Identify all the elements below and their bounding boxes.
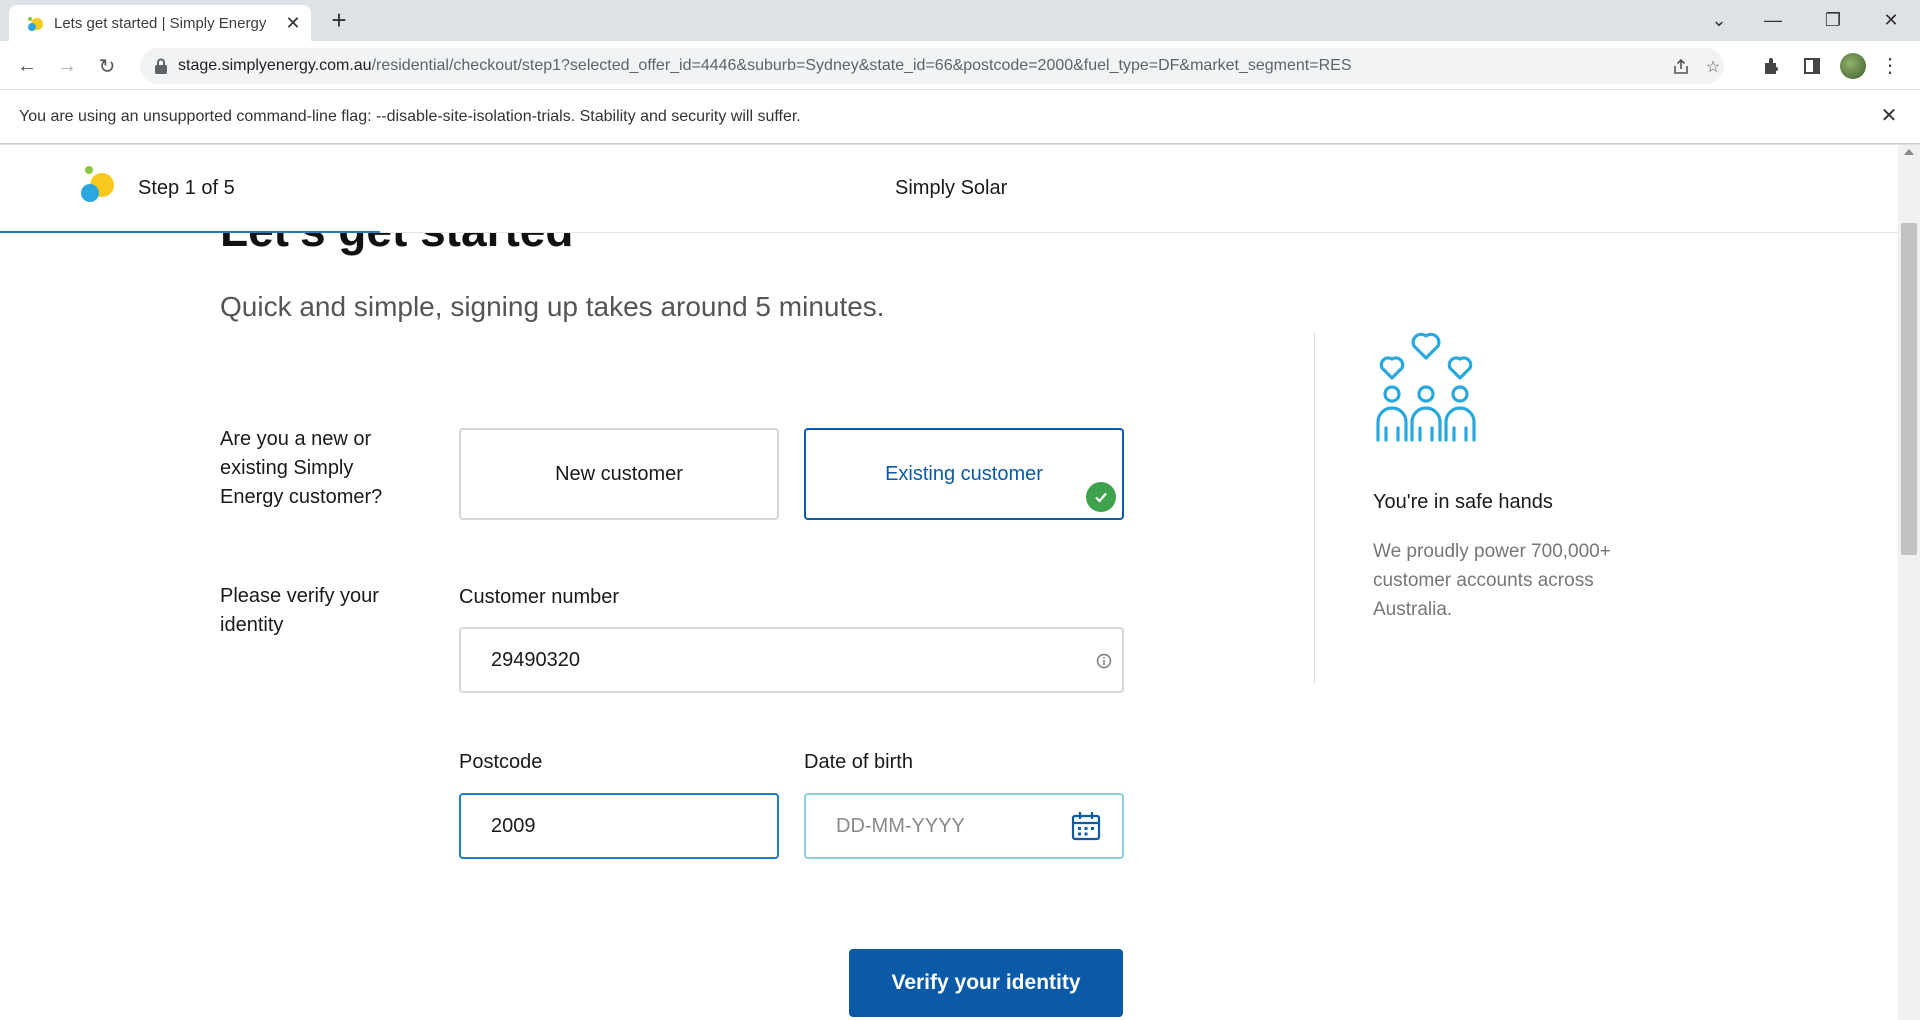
page-viewport: Let's get started Step 1 of 5 Simply Sol…: [0, 145, 1898, 1020]
sidebar-text: We proudly power 700,000+ customer accou…: [1373, 541, 1611, 620]
postcode-field[interactable]: 2009: [459, 793, 779, 859]
new-customer-label: New customer: [555, 462, 683, 485]
sidebar-divider: [1314, 333, 1315, 683]
calendar-icon[interactable]: [1070, 810, 1102, 842]
url-domain: stage.simplyenergy.com.au: [178, 57, 372, 74]
step-indicator: Step 1 of 5: [138, 177, 235, 199]
forward-icon[interactable]: →: [52, 51, 82, 81]
browser-toolbar: ← → ↻ stage.simplyenergy.com.au/resident…: [0, 41, 1920, 90]
dob-field[interactable]: DD-MM-YYYY: [804, 793, 1124, 859]
infobar-close-icon[interactable]: ✕: [1877, 104, 1901, 128]
window-close-icon[interactable]: ✕: [1868, 0, 1914, 41]
scroll-up-arrow-icon[interactable]: [1904, 149, 1914, 155]
verify-identity-button[interactable]: Verify your identity: [849, 949, 1123, 1017]
dob-placeholder: DD-MM-YYYY: [836, 815, 965, 837]
reload-icon[interactable]: ↻: [92, 51, 122, 81]
back-icon[interactable]: ←: [12, 51, 42, 81]
browser-tabbar: Lets get started | Simply Energy ✕ + ⌄ —…: [0, 0, 1920, 41]
dob-label: Date of birth: [804, 751, 913, 773]
simply-energy-favicon-icon: [28, 17, 43, 31]
check-icon: [1086, 482, 1116, 512]
sidepanel-icon[interactable]: [1800, 54, 1824, 78]
lock-icon: [155, 58, 167, 74]
people-hearts-icon: [1376, 332, 1476, 442]
postcode-value: 2009: [491, 815, 536, 837]
restore-icon[interactable]: ❐: [1810, 0, 1856, 41]
url-path: /residential/checkout/step1?selected_off…: [371, 57, 1352, 74]
tab-search-icon[interactable]: ⌄: [1696, 0, 1742, 41]
page-scrollbar[interactable]: [1898, 145, 1920, 1020]
extensions-icon[interactable]: [1760, 54, 1784, 78]
header-title: Simply Solar: [895, 177, 1008, 199]
info-icon[interactable]: [1096, 653, 1112, 669]
share-icon[interactable]: [1670, 56, 1692, 78]
warning-infobar: You are using an unsupported command-lin…: [0, 90, 1920, 144]
progress-bar: [0, 231, 380, 233]
browser-tab[interactable]: Lets get started | Simply Energy ✕: [9, 5, 311, 41]
site-header: Step 1 of 5 Simply Solar: [0, 145, 1898, 233]
customer-number-label: Customer number: [459, 586, 620, 608]
new-tab-icon[interactable]: +: [325, 7, 353, 35]
customer-type-question: Are you a new or existing Simply Energy …: [220, 428, 383, 508]
verify-button-label: Verify your identity: [891, 971, 1081, 994]
tab-close-icon[interactable]: ✕: [281, 11, 305, 35]
simply-energy-logo[interactable]: [80, 165, 118, 205]
verify-identity-prompt: Please verify your identity: [220, 585, 379, 636]
minimize-icon[interactable]: —: [1750, 0, 1796, 41]
star-icon[interactable]: ☆: [1702, 56, 1724, 78]
postcode-label: Postcode: [459, 751, 543, 773]
address-bar[interactable]: stage.simplyenergy.com.au/residential/ch…: [140, 48, 1724, 84]
existing-customer-label: Existing customer: [885, 462, 1043, 485]
customer-number-value: 29490320: [491, 649, 580, 671]
url-text: stage.simplyenergy.com.au/residential/ch…: [178, 57, 1352, 75]
scroll-thumb[interactable]: [1901, 223, 1917, 555]
new-customer-option[interactable]: New customer: [459, 428, 779, 520]
page-subtitle: Quick and simple, signing up takes aroun…: [220, 291, 885, 322]
sidebar-title: You're in safe hands: [1373, 491, 1553, 513]
existing-customer-option[interactable]: Existing customer: [804, 428, 1124, 520]
customer-number-field[interactable]: 29490320: [459, 627, 1124, 693]
profile-avatar[interactable]: [1840, 53, 1866, 79]
kebab-menu-icon[interactable]: ⋮: [1880, 54, 1900, 78]
infobar-message: You are using an unsupported command-lin…: [19, 108, 801, 125]
tab-title: Lets get started | Simply Energy: [54, 15, 267, 32]
